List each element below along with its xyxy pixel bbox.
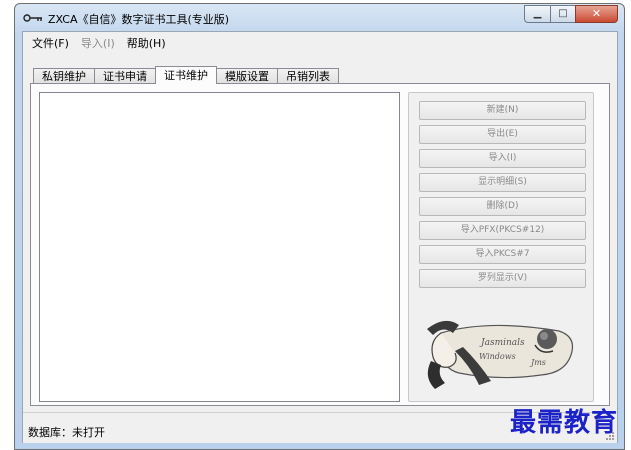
menu-import[interactable]: 导入(I) (75, 35, 121, 51)
certificate-list[interactable] (39, 92, 400, 402)
maximize-icon: □ (558, 8, 568, 19)
tab-template-settings[interactable]: 模版设置 (216, 68, 278, 84)
scroll-ribbon-logo: Jasminals Windows Jms (427, 320, 574, 389)
tab-strip: 私钥维护 证书申请 证书维护 模版设置 吊销列表 (33, 66, 339, 84)
import-button[interactable]: 导入(I) (419, 149, 586, 168)
action-button-group: 新建(N) 导出(E) 导入(I) 显示明细(S) 删除(D) 导入PFX(PK… (408, 92, 594, 402)
watermark-text: 最需教育 (510, 408, 619, 438)
show-details-button[interactable]: 显示明细(S) (419, 173, 586, 192)
export-button[interactable]: 导出(E) (419, 125, 586, 144)
menu-file[interactable]: 文件(F) (26, 35, 75, 51)
app-window: ZXCA《自信》数字证书工具(专业版) ▁ □ ✕ 文件(F) 导入(I) 帮助… (14, 3, 625, 450)
logo-text-2: Windows (479, 352, 516, 361)
client-area: 文件(F) 导入(I) 帮助(H) 私钥维护 证书申请 证书维护 模版设置 吊销… (22, 31, 618, 443)
menu-help[interactable]: 帮助(H) (121, 35, 172, 51)
title-bar[interactable]: ZXCA《自信》数字证书工具(专业版) ▁ □ ✕ (15, 4, 624, 31)
status-text: 数据库：未打开 (28, 426, 105, 439)
menu-bar: 文件(F) 导入(I) 帮助(H) (23, 32, 617, 54)
list-view-button[interactable]: 罗列显示(V) (419, 269, 586, 288)
tab-cert-maintenance[interactable]: 证书维护 (155, 66, 217, 84)
maximize-button[interactable]: □ (550, 5, 575, 23)
logo-text-3: Jms (529, 358, 546, 367)
import-pfx-button[interactable]: 导入PFX(PKCS#12) (419, 221, 586, 240)
minimize-button[interactable]: ▁ (524, 5, 550, 23)
tab-private-key[interactable]: 私钥维护 (33, 68, 95, 84)
key-icon (23, 14, 42, 22)
import-pkcs7-button[interactable]: 导入PKCS#7 (419, 245, 586, 264)
delete-button[interactable]: 删除(D) (419, 197, 586, 216)
tab-revocation-list[interactable]: 吊销列表 (277, 68, 339, 84)
caption-buttons: ▁ □ ✕ (524, 5, 618, 23)
minimize-icon: ▁ (533, 8, 542, 19)
close-button[interactable]: ✕ (575, 5, 618, 23)
close-icon: ✕ (591, 7, 602, 20)
window-title: ZXCA《自信》数字证书工具(专业版) (48, 13, 230, 26)
tab-cert-request[interactable]: 证书申请 (94, 68, 156, 84)
new-button[interactable]: 新建(N) (419, 101, 586, 120)
logo-text-1: Jasminals (479, 338, 525, 348)
cert-maintenance-panel: 新建(N) 导出(E) 导入(I) 显示明细(S) 删除(D) 导入PFX(PK… (30, 83, 610, 406)
